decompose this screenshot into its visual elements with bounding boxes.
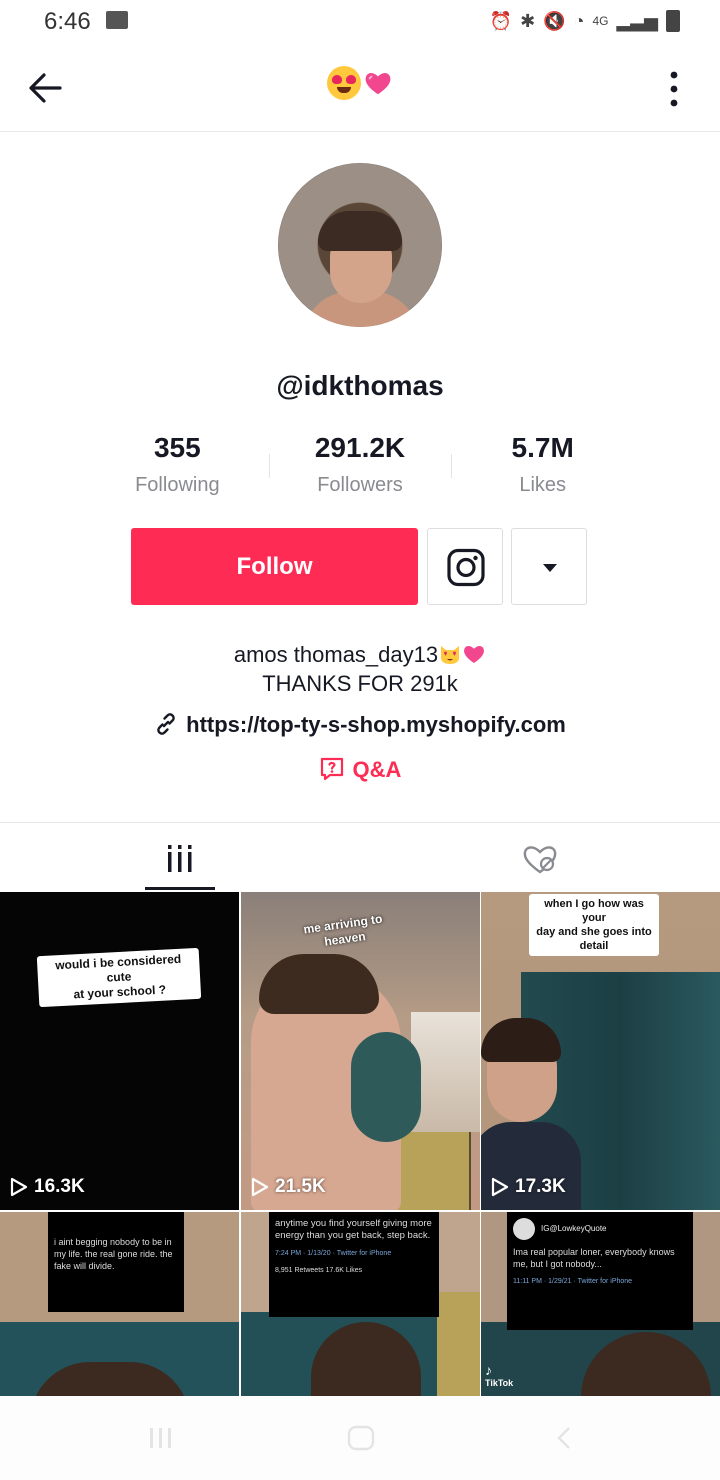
video-thumbnail[interactable]: anytime you find yourself giving more en…	[241, 1212, 480, 1396]
tweet-text: i aint begging nobody to be in my life. …	[54, 1237, 173, 1271]
profile-link[interactable]: https://top-ty-s-shop.myshopify.com	[0, 712, 720, 738]
tab-videos[interactable]	[0, 823, 360, 893]
more-options-button[interactable]	[658, 70, 690, 108]
heart-eyes-cat-emoji-icon	[441, 646, 460, 664]
link-text: https://top-ty-s-shop.myshopify.com	[186, 712, 566, 737]
mute-icon: 🔇	[543, 11, 566, 31]
view-count: 16.3K	[10, 1176, 85, 1198]
tweet-text: anytime you find yourself giving more en…	[275, 1218, 432, 1241]
bio-line-1: amos thomas_day13	[233, 642, 439, 667]
system-nav-bar	[0, 1396, 720, 1480]
active-tab-indicator	[145, 887, 215, 890]
video-caption: when I go how was your day and she goes …	[529, 894, 659, 956]
private-liked-heart-icon	[523, 846, 557, 874]
stat-value: 291.2K	[314, 432, 406, 463]
tweet-handle: IG@LowkeyQuote	[541, 1224, 607, 1233]
battery-icon	[666, 10, 680, 32]
play-icon	[491, 1177, 509, 1197]
qa-label: Q&A	[352, 757, 402, 782]
stat-value: 5.7M	[511, 432, 574, 463]
heart-eyes-emoji-icon	[326, 66, 361, 100]
link-icon	[157, 713, 175, 735]
status-time: 6:46	[44, 8, 91, 35]
username: @idkthomas	[276, 370, 444, 401]
view-count-text: 21.5K	[275, 1176, 326, 1197]
kebab-menu-icon	[670, 71, 678, 107]
caret-down-icon	[543, 564, 557, 572]
video-thumbnail[interactable]: IG@LowkeyQuote Ima real popular loner, e…	[481, 1212, 720, 1396]
view-count: 21.5K	[251, 1176, 326, 1198]
video-caption: would i be considered cute at your schoo…	[36, 947, 202, 1008]
video-thumbnail[interactable]: would i be considered cute at your schoo…	[0, 892, 239, 1210]
home-icon[interactable]	[346, 1424, 376, 1452]
tweet-screenshot: i aint begging nobody to be in my life. …	[48, 1212, 184, 1312]
profile-title-emoji	[0, 66, 720, 100]
bio: amos thomas_day13 THANKS FOR 291k	[0, 640, 720, 698]
stat-followers[interactable]: 291.2K Followers	[268, 432, 452, 502]
recent-apps-icon[interactable]	[146, 1424, 176, 1452]
video-caption: me arriving to heaven	[302, 911, 384, 949]
back-nav-icon[interactable]	[550, 1424, 580, 1452]
video-thumbnail[interactable]: i aint begging nobody to be in my life. …	[0, 1212, 239, 1396]
wifi-icon: ◔	[573, 11, 585, 31]
instagram-icon	[447, 548, 485, 587]
tweet-screenshot: anytime you find yourself giving more en…	[269, 1212, 439, 1317]
stat-label: Likes	[519, 474, 567, 496]
tweet-text: Ima real popular loner, everybody knows …	[513, 1247, 675, 1269]
qa-link[interactable]: Q&A	[0, 756, 720, 783]
view-count-text: 17.3K	[515, 1176, 566, 1197]
status-bar: 6:46 ⏰ ✱ 🔇 ◔ 4G ▂▃▅	[0, 0, 720, 44]
watermark-text: TikTok	[485, 1378, 514, 1388]
stat-label: Following	[135, 474, 220, 496]
video-thumbnail[interactable]: me arriving to heaven 21.5K	[241, 892, 480, 1210]
pink-heart-emoji-icon	[365, 72, 391, 95]
instagram-button[interactable]	[427, 528, 503, 605]
play-icon	[10, 1177, 28, 1197]
grid-videos-icon	[168, 845, 192, 872]
question-bubble-icon	[320, 757, 343, 781]
status-icons: ⏰ ✱ 🔇 ◔ 4G ▂▃▅	[490, 8, 680, 34]
video-grid: would i be considered cute at your schoo…	[0, 892, 720, 1396]
suggested-accounts-button[interactable]	[511, 528, 587, 605]
top-bar	[0, 44, 720, 132]
tiktok-watermark: ♪ TikTok	[485, 1362, 514, 1388]
network-type: 4G	[592, 14, 609, 28]
signal-icon: ▂▃▅	[616, 11, 658, 31]
stat-following[interactable]: 355 Following	[86, 432, 269, 502]
pink-heart-emoji-icon	[464, 645, 485, 663]
view-count-text: 16.3K	[34, 1176, 85, 1197]
tweet-meta: 11:11 PM · 1/29/21 · Twitter for iPhone	[513, 1278, 633, 1285]
profile-stats: 355 Following 291.2K Followers 5.7M Like…	[86, 432, 634, 502]
view-count: 17.3K	[491, 1176, 566, 1198]
tweet-meta: 7:24 PM · 1/13/20 · Twitter for iPhone	[275, 1250, 392, 1257]
play-icon	[251, 1177, 269, 1197]
alarm-icon: ⏰	[489, 11, 513, 31]
profile-tabs	[0, 822, 720, 892]
video-thumbnail[interactable]: when I go how was your day and she goes …	[481, 892, 720, 1210]
gallery-notification-icon	[106, 11, 128, 29]
tab-liked[interactable]	[360, 823, 720, 893]
stat-label: Followers	[317, 474, 403, 496]
follow-button[interactable]: Follow	[131, 528, 418, 605]
tweet-stats: 8,951 Retweets 17.6K Likes	[275, 1267, 363, 1274]
tweet-screenshot: IG@LowkeyQuote Ima real popular loner, e…	[507, 1212, 693, 1330]
stat-value: 355	[153, 432, 201, 463]
bio-line-2: THANKS FOR 291k	[262, 671, 458, 696]
stat-likes[interactable]: 5.7M Likes	[451, 432, 634, 502]
avatar[interactable]	[278, 163, 442, 327]
bluetooth-icon: ✱	[520, 11, 536, 31]
tweet-avatar	[513, 1218, 535, 1240]
